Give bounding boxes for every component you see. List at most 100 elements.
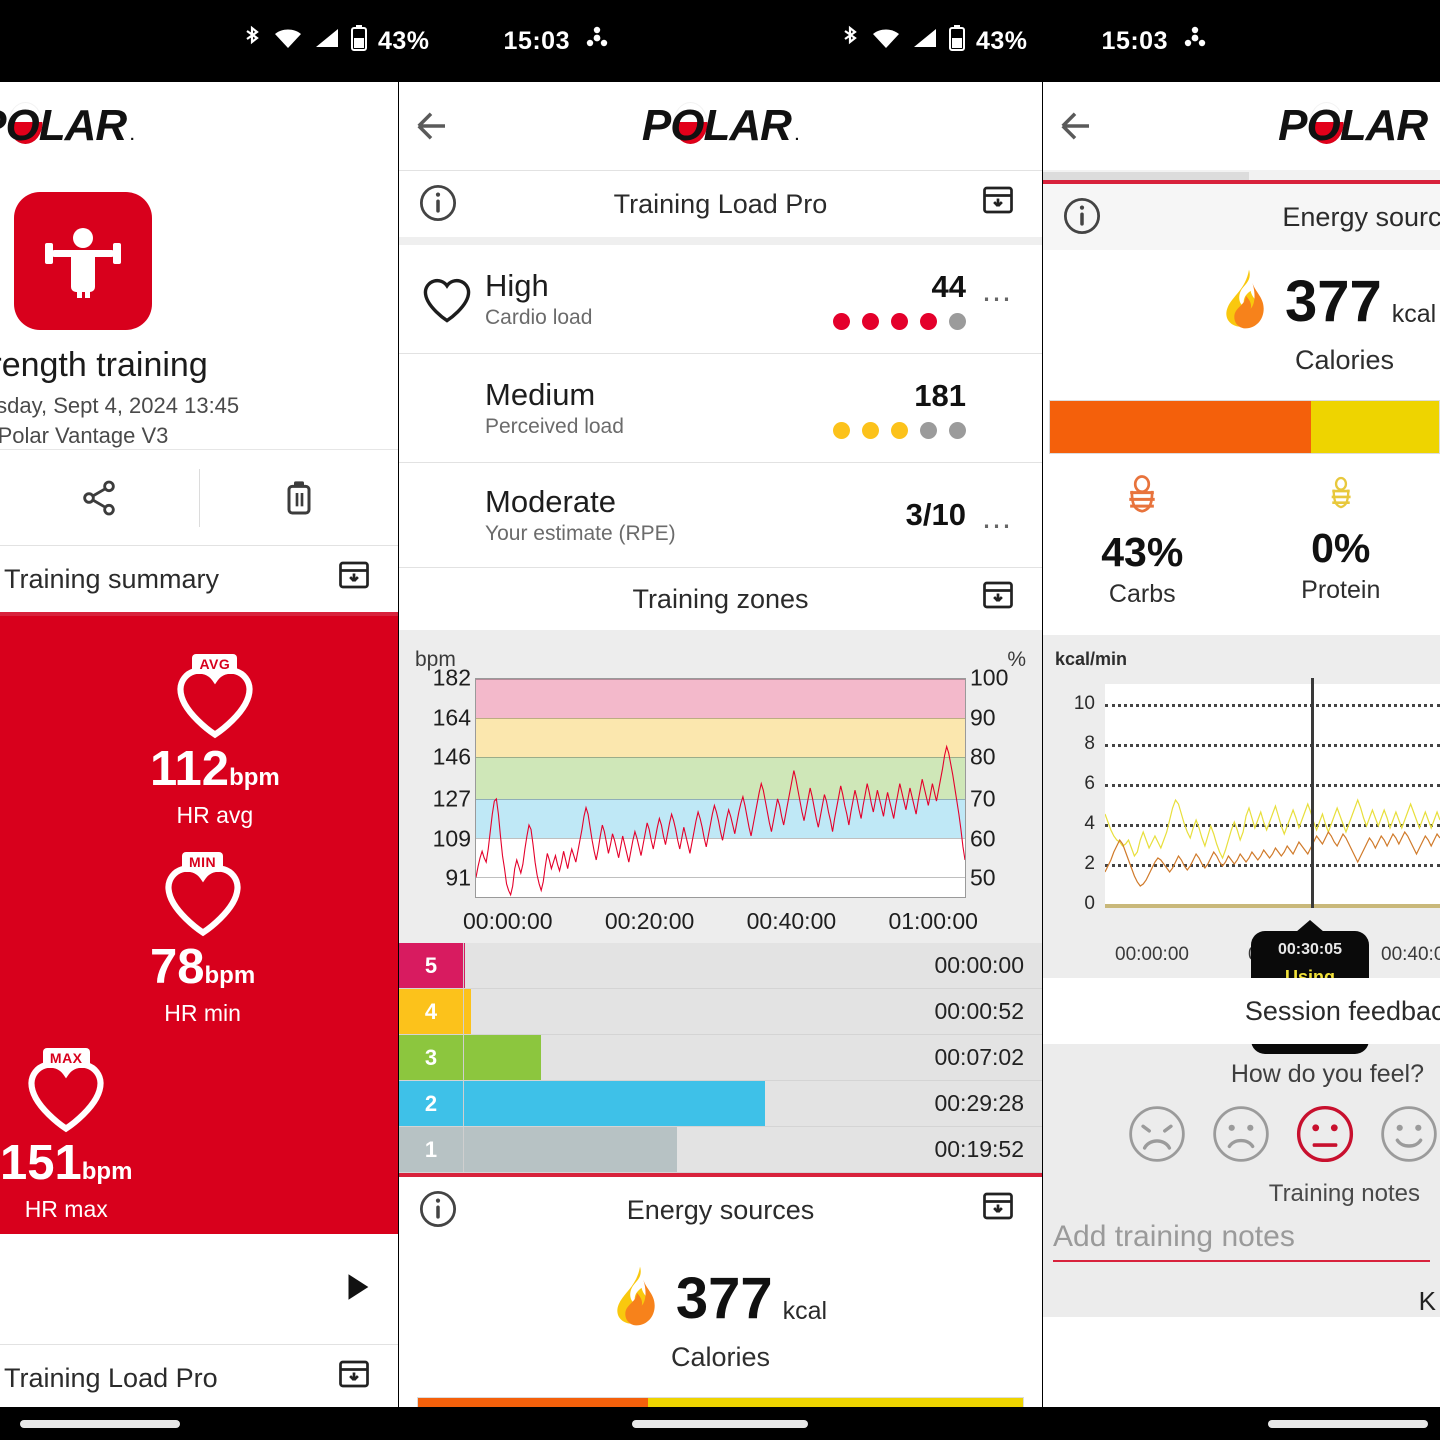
- training-load-pro-title: Training Load Pro: [613, 188, 828, 219]
- training-load-pro-header[interactable]: Training Load Pro: [399, 171, 1042, 237]
- session-feedback-block: How do you feel? Training notes Add trai…: [1043, 1044, 1440, 1317]
- table-row: 1 00:19:52: [399, 1127, 1042, 1173]
- share-button[interactable]: [0, 450, 199, 545]
- hr-avg-label: HR avg: [176, 802, 254, 828]
- tooltip-time: 00:30:05: [1277, 941, 1343, 958]
- training-load-pro-title: Training Load Pro: [4, 1362, 218, 1393]
- table-row: 2 00:29:28: [399, 1081, 1042, 1127]
- load-dot: [891, 421, 908, 439]
- cellular-signal-icon: [314, 26, 340, 57]
- expand-icon[interactable]: [980, 577, 1024, 621]
- training-summary-header[interactable]: Training summary: [0, 546, 398, 612]
- expand-icon[interactable]: [980, 1188, 1024, 1232]
- gesture-pill[interactable]: [20, 1420, 180, 1428]
- hr-y-tick-right: 90: [970, 704, 996, 731]
- energy-sources-header-right[interactable]: Energy sources: [1043, 184, 1440, 250]
- battery-percent-label: 43%: [976, 26, 1028, 55]
- load-row-cardio[interactable]: High Cardio load 44 ⋯: [399, 245, 1042, 353]
- calories-value-mid: 377: [675, 1265, 773, 1331]
- hr-avg-item: AVG 112bpm HR avg: [150, 640, 280, 829]
- training-zones-title: Training zones: [632, 583, 809, 614]
- load-row-value: 3/10: [905, 497, 966, 532]
- session-action-bar: [0, 449, 398, 545]
- share-icon: [83, 480, 115, 515]
- table-row: 3 00:07:02: [399, 1035, 1042, 1081]
- load-dot: [920, 312, 937, 330]
- expand-icon[interactable]: [336, 557, 380, 601]
- fat-segment: [418, 1398, 648, 1407]
- session-feedback-header[interactable]: Session feedback: [1043, 978, 1440, 1044]
- info-icon[interactable]: [417, 182, 461, 226]
- load-dot: [891, 312, 908, 330]
- panel-training-load-detail: POLAR . Training Load Pro High Cardio lo…: [399, 82, 1042, 1407]
- face-very-sad-button[interactable]: [1126, 1103, 1188, 1170]
- weightlifting-icon: [14, 192, 152, 330]
- session-title: Strength training: [0, 346, 208, 384]
- calories-unit-right: kcal: [1391, 300, 1437, 328]
- hr-y-tick: 127: [432, 785, 471, 812]
- tooltip-notch: [1296, 920, 1324, 932]
- energy-y-tick: 6: [1084, 773, 1095, 794]
- energy-split-bar-mid: [417, 1397, 1024, 1407]
- load-row-rpe[interactable]: Moderate Your estimate (RPE) 3/10 ⋯: [399, 463, 1042, 567]
- clock-left: 15:03: [503, 26, 570, 55]
- app-navbar-mid: POLAR .: [399, 82, 1042, 170]
- gesture-pill[interactable]: [1268, 1420, 1428, 1428]
- zone-bar-fill: [463, 1035, 541, 1080]
- app-notification-icon: [584, 25, 610, 58]
- hr-max-value: 151: [0, 1136, 82, 1190]
- polar-logo: POLAR: [1278, 101, 1428, 150]
- app-notification-icon: [1182, 25, 1208, 58]
- calories-unit-mid: kcal: [782, 1297, 828, 1325]
- flame-icon: [614, 1265, 666, 1332]
- face-happy-button[interactable]: [1378, 1103, 1440, 1170]
- play-button[interactable]: [340, 1270, 374, 1309]
- info-icon[interactable]: [417, 1188, 461, 1232]
- load-dot: [949, 312, 966, 330]
- energy-rate-x-axis: 00:00:0000:20:0000:40:00: [1043, 938, 1440, 978]
- energy-rate-chart: kcal/min 0 2 4 6 8 10 00:00:0000:20:0000:40:0…: [1043, 635, 1440, 1055]
- calories-caption-right: Calories: [1295, 345, 1395, 375]
- energy-y-tick: 4: [1084, 813, 1095, 834]
- back-button[interactable]: [399, 105, 463, 147]
- hr-x-tick: 00:20:00: [604, 908, 695, 934]
- delete-button[interactable]: [200, 450, 399, 545]
- zone-bar-guide: [463, 1035, 464, 1080]
- training-zone-bars: 5 00:00:00 4 00:00:52 3 00:07:02 2 00:29:28 1 00:…: [399, 943, 1042, 1173]
- calories-value-right: 377: [1285, 268, 1382, 334]
- gesture-pill[interactable]: [632, 1420, 808, 1428]
- training-load-pro-header-left[interactable]: Training Load Pro: [0, 1345, 398, 1407]
- zone-duration: 00:19:52: [934, 1136, 1024, 1162]
- chart-cursor-line[interactable]: [1311, 678, 1314, 908]
- flame-icon: [1223, 268, 1275, 335]
- training-summary-title: Training summary: [4, 563, 220, 594]
- hr-min-item: MIN 78bpm HR min: [150, 838, 255, 1027]
- zone-bar-track: [463, 1035, 882, 1080]
- energy-y-tick: 0: [1084, 893, 1095, 914]
- fat-segment: [1050, 401, 1311, 453]
- energy-sources-header-mid[interactable]: Energy sources: [399, 1177, 1042, 1243]
- training-notes-input[interactable]: Add training notes: [1053, 1220, 1430, 1262]
- face-neutral-button[interactable]: [1294, 1103, 1356, 1170]
- face-sad-button[interactable]: [1210, 1103, 1272, 1170]
- hr-y-tick: 146: [432, 743, 471, 770]
- load-dot: [949, 421, 966, 439]
- polar-wordmark: POLAR: [1278, 101, 1428, 150]
- expand-icon[interactable]: [336, 1356, 380, 1400]
- load-dot: [862, 312, 879, 330]
- load-row-menu-button[interactable]: ⋯: [970, 282, 1026, 317]
- expand-icon[interactable]: [980, 182, 1024, 226]
- zone-duration: 00:29:28: [934, 1090, 1024, 1116]
- energy-rate-baseline: [1105, 904, 1440, 908]
- info-icon[interactable]: [1061, 195, 1105, 239]
- training-zones-header[interactable]: Training zones: [399, 568, 1042, 630]
- session-date: Wednesday, Sept 4, 2024 13:45: [0, 393, 240, 418]
- zone-bar-track: [463, 989, 882, 1034]
- zone-bar-fill: [463, 1127, 678, 1172]
- load-row-menu-button[interactable]: ⋯: [970, 487, 1026, 544]
- load-dot: [833, 312, 850, 330]
- bluetooth-icon: [242, 25, 262, 58]
- hr-max-label: HR max: [24, 1196, 108, 1222]
- back-button[interactable]: [1043, 105, 1107, 147]
- load-row-perceived[interactable]: Medium Perceived load 181 ⋯: [399, 354, 1042, 462]
